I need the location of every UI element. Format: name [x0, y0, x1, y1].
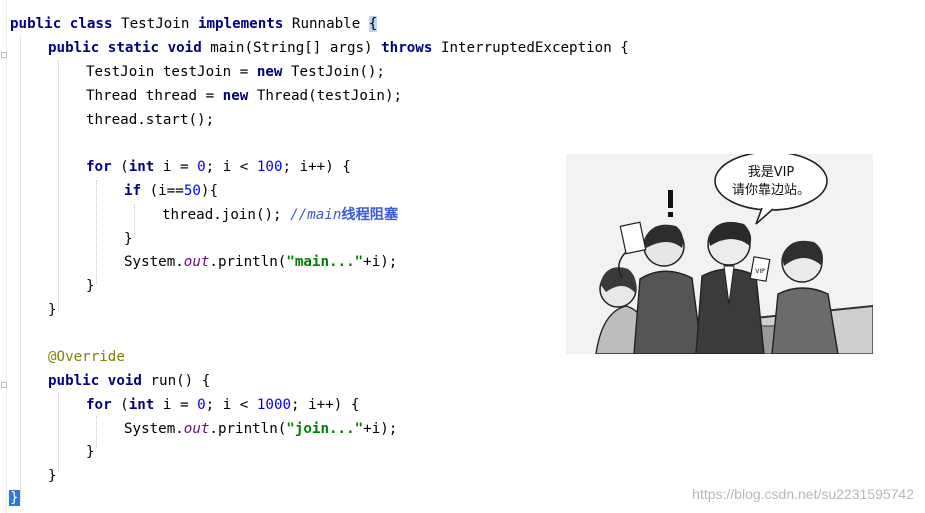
code-text: i =: [154, 159, 198, 175]
comment: 线程阻塞: [341, 207, 399, 223]
code-line[interactable]: if (i==50){: [124, 180, 218, 202]
code-text: (: [111, 397, 129, 413]
exception-name: InterruptedException {: [440, 40, 629, 56]
code-text: Thread(testJoin);: [256, 88, 403, 104]
code-line[interactable]: public class TestJoin implements Runnabl…: [10, 13, 378, 35]
code-text: run() {: [141, 373, 211, 389]
code-line[interactable]: for (int i = 0; i < 100; i++) {: [86, 156, 351, 178]
comment: //main: [290, 207, 342, 223]
code-line[interactable]: }: [86, 275, 95, 297]
watermark: https://blog.csdn.net/su2231595742: [692, 486, 914, 502]
code-text: ; i <: [205, 159, 257, 175]
keyword: for: [86, 397, 112, 413]
code-text: (i==: [141, 183, 184, 199]
closing-brace: }: [86, 278, 95, 294]
number: 0: [197, 159, 206, 175]
code-line[interactable]: thread.start();: [86, 109, 214, 131]
code-line[interactable]: @Override: [48, 346, 125, 368]
keyword: int: [128, 159, 155, 175]
brace-highlight: }: [9, 490, 20, 506]
editor-gutter: [0, 0, 7, 513]
class-name: TestJoin: [121, 16, 190, 32]
bubble-text-line1: 我是VIP: [748, 165, 795, 180]
code-text: thread.join();: [162, 207, 291, 223]
number: 100: [256, 159, 283, 175]
number: 0: [197, 397, 206, 413]
code-text: i =: [154, 397, 198, 413]
fold-marker-main[interactable]: [1, 52, 7, 58]
keyword: public void: [48, 373, 142, 389]
keyword: if: [124, 183, 142, 199]
code-text: TestJoin();: [291, 64, 385, 80]
indent-guide: [96, 180, 97, 284]
code-line[interactable]: System.out.println("main..."+i);: [124, 251, 397, 273]
code-line[interactable]: thread.join(); //main线程阻塞: [162, 204, 398, 226]
keyword: throws: [381, 40, 433, 56]
method-signature: main(String[] args): [210, 40, 373, 56]
code-line[interactable]: }: [124, 228, 133, 250]
keyword: int: [128, 397, 155, 413]
keyword: public class: [10, 16, 113, 32]
code-line[interactable]: for (int i = 0; i < 1000; i++) {: [86, 394, 359, 416]
comic-illustration: 我是VIP 请你靠边站。 VIP: [566, 151, 874, 355]
brace-highlight: {: [368, 16, 378, 32]
keyword: new: [222, 88, 249, 104]
code-text: .println(: [209, 421, 287, 437]
interface-name: Runnable: [291, 16, 361, 32]
static-field: out: [183, 421, 210, 437]
code-text: TestJoin testJoin =: [86, 64, 257, 80]
code-line[interactable]: TestJoin testJoin = new TestJoin();: [86, 61, 385, 83]
number: 1000: [256, 397, 292, 413]
keyword: new: [256, 64, 283, 80]
annotation: @Override: [48, 349, 125, 365]
code-text: ; i <: [205, 397, 257, 413]
bubble-text-line2: 请你靠边站。: [732, 183, 810, 198]
code-line[interactable]: public void run() {: [48, 370, 210, 392]
code-line[interactable]: }: [9, 487, 20, 509]
code-text: ; i++) {: [291, 397, 360, 413]
keyword: implements: [197, 16, 284, 32]
closing-brace: }: [124, 231, 133, 247]
closing-brace: }: [48, 302, 57, 318]
code-line[interactable]: public static void main(String[] args) t…: [48, 37, 629, 59]
code-text: Thread thread =: [86, 88, 223, 104]
code-text: ){: [200, 183, 218, 199]
closing-brace: }: [86, 444, 95, 460]
code-text: +i);: [363, 254, 398, 270]
indent-guide: [96, 416, 97, 448]
number: 50: [183, 183, 201, 199]
code-text: +i);: [363, 421, 398, 437]
code-line[interactable]: }: [86, 441, 95, 463]
vip-card-label: VIP: [755, 268, 765, 275]
code-text: thread.start();: [86, 112, 215, 128]
code-line[interactable]: }: [48, 465, 57, 487]
closing-brace: }: [48, 468, 57, 484]
keyword: public static void: [48, 40, 202, 56]
string-literal: "join...": [286, 421, 364, 437]
indent-guide: [134, 204, 135, 238]
code-line[interactable]: }: [48, 299, 57, 321]
code-line[interactable]: System.out.println("join..."+i);: [124, 418, 397, 440]
indent-guide: [20, 36, 21, 501]
indent-guide: [58, 392, 59, 472]
code-text: System.: [124, 254, 184, 270]
code-line[interactable]: Thread thread = new Thread(testJoin);: [86, 85, 402, 107]
code-text: ; i++) {: [282, 159, 351, 175]
string-literal: "main...": [286, 254, 364, 270]
code-text: (: [111, 159, 129, 175]
code-text: System.: [124, 421, 184, 437]
comic-drawing: 我是VIP 请你靠边站。 VIP: [566, 151, 874, 355]
static-field: out: [183, 254, 210, 270]
keyword: for: [86, 159, 112, 175]
fold-marker-run[interactable]: [1, 382, 7, 388]
indent-guide: [58, 60, 59, 312]
code-text: .println(: [209, 254, 287, 270]
